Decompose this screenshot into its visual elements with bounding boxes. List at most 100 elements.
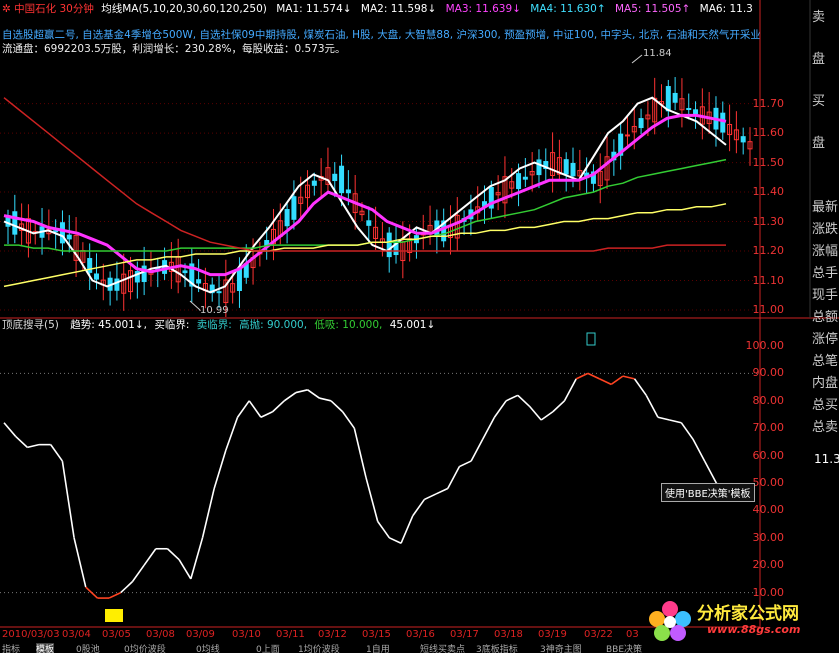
- indicator-segment: [424, 493, 437, 501]
- price-tick-label: 11.50: [752, 155, 785, 169]
- ma-line-ma6: [3, 203, 727, 288]
- low-pointer: [189, 300, 201, 311]
- indicator-segment: [622, 375, 635, 380]
- indicator-segment: [493, 400, 507, 418]
- indicator-tab[interactable]: 模板: [36, 643, 55, 653]
- indicator-tab[interactable]: 1自用: [366, 643, 390, 653]
- indicator-segment: [50, 444, 64, 462]
- indicator-tab[interactable]: 3底板指标: [476, 643, 518, 653]
- indicator-tick-label: 70.00: [752, 421, 785, 435]
- candle-body: [87, 258, 93, 273]
- indicator-segment: [236, 400, 250, 418]
- date-label: 03/18: [494, 629, 523, 640]
- date-label: 2010/03/03: [2, 629, 60, 640]
- ma-line-ma7: [3, 97, 726, 252]
- quote-label: 现手: [812, 288, 839, 303]
- indicator-tab[interactable]: 0均价波段: [124, 643, 166, 653]
- date-label: 03/10: [232, 629, 261, 640]
- indicator-high: 高抛: 90.000,: [239, 319, 308, 331]
- indicator-segment: [85, 586, 98, 599]
- candle-body: [12, 211, 18, 235]
- indicator-tab[interactable]: 短线买卖点: [420, 643, 465, 653]
- candle-body: [141, 265, 147, 283]
- high-pointer: [631, 54, 643, 64]
- indicator-segment: [272, 400, 285, 413]
- indicator-segment: [201, 488, 215, 538]
- candle-body: [114, 278, 120, 291]
- candle-body: [216, 291, 222, 294]
- indicator-axis: 100.00 90.00 80.00 70.00 60.00 50.00 40.00 30.0…: [746, 318, 812, 628]
- quote-label: 盘: [812, 136, 826, 151]
- site-logo: 分析家公式网 www.88gs.com: [645, 597, 839, 643]
- indicator-tick-label: 30.00: [752, 530, 785, 544]
- indicator-tab[interactable]: 1均价波段: [298, 643, 340, 653]
- candle-body: [672, 92, 678, 103]
- indicator-tick-label: 20.00: [752, 558, 785, 572]
- candle-body: [638, 118, 644, 129]
- logo-url: www.88gs.com: [707, 623, 801, 636]
- date-label: 03/16: [406, 629, 435, 640]
- indicator-segment: [283, 391, 297, 402]
- indicator-segment: [669, 419, 682, 424]
- indicator-name[interactable]: 顶底搜寻(5): [2, 319, 59, 331]
- indicator-tab[interactable]: BBE决策: [606, 643, 642, 653]
- indicator-tab[interactable]: 0均线: [196, 643, 220, 653]
- quote-label: 总手: [812, 266, 839, 281]
- indicator-tick-label: 100.00: [745, 339, 785, 352]
- moving-average-lines: [3, 96, 727, 294]
- indicator-segment: [482, 416, 496, 440]
- price-tick-label: 11.40: [752, 185, 785, 199]
- indicator-low: 低吸: 10.000,: [314, 319, 383, 331]
- indicator-segment: [552, 400, 566, 413]
- indicator-tab[interactable]: 0股池: [76, 643, 100, 653]
- date-label: 03/11: [276, 629, 305, 640]
- candle-body: [624, 134, 630, 137]
- indicator-segment: [447, 466, 461, 489]
- date-label: 03/12: [318, 629, 347, 640]
- indicator-segment: [341, 411, 355, 429]
- indicator-segment: [190, 537, 204, 580]
- indicator-tick-label: 80.00: [752, 393, 785, 407]
- indicator-segment: [470, 438, 484, 462]
- indicator-segment: [505, 394, 519, 402]
- indicator-segment: [599, 378, 612, 386]
- indicator-last: 45.001↓: [389, 319, 436, 331]
- price-tick-label: 11.20: [752, 244, 785, 258]
- indicator-segment: [319, 397, 332, 402]
- candle-body: [345, 189, 351, 194]
- date-label: 03/15: [362, 629, 391, 640]
- indicator-segment: [260, 411, 273, 418]
- candle-body: [563, 159, 569, 175]
- indicator-tab[interactable]: 3神奇主图: [540, 643, 582, 653]
- candle-body: [291, 196, 297, 220]
- indicator-segment: [680, 422, 694, 440]
- candle-body: [59, 222, 65, 244]
- indicator-segment: [412, 498, 426, 517]
- indicator-tab[interactable]: 0上面: [256, 643, 280, 653]
- quote-label: 涨跌: [812, 222, 839, 237]
- indicator-segment: [166, 548, 180, 561]
- candle-body: [516, 173, 522, 190]
- indicator-segment: [143, 548, 157, 566]
- price-axis: 11.70 11.60 11.50 11.40 11.30 11.20 11.10 11.00: [753, 0, 812, 318]
- indicator-segment: [657, 416, 670, 421]
- candle-body: [686, 108, 692, 111]
- indicator-segment: [178, 559, 192, 580]
- high-price-label: 11.84: [643, 48, 672, 59]
- indicator-trend: 趋势: 45.001↓,: [70, 319, 147, 331]
- price-tick-label: 11.30: [752, 214, 785, 228]
- date-label: 03/22: [584, 629, 613, 640]
- indicator-segment: [248, 400, 262, 418]
- price-tick-label: 11.70: [752, 96, 785, 110]
- indicator-segment: [587, 372, 600, 380]
- flower-icon: [649, 601, 691, 641]
- date-label: 03/04: [62, 629, 91, 640]
- quote-label: 卖: [812, 10, 826, 25]
- price-tick-label: 11.00: [752, 303, 785, 316]
- candle-body: [570, 162, 576, 177]
- candle-body: [536, 159, 542, 176]
- indicator-tab[interactable]: 指标: [2, 643, 20, 653]
- indicator-segment: [377, 520, 391, 539]
- indicator-segment: [225, 416, 239, 451]
- date-label: 03/17: [450, 629, 479, 640]
